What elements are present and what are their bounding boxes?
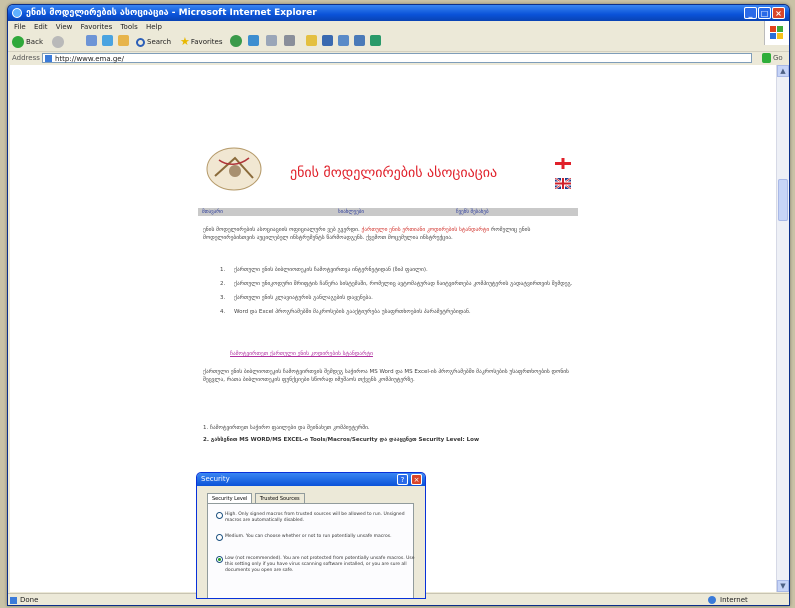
menu-view[interactable]: View [56,23,73,31]
step-text: ქართული ენის კლავიატურის განლაგების დაყე… [234,295,373,301]
option-low: Low (not recommended). You are not prote… [216,556,415,574]
home-icon[interactable] [118,35,129,46]
step-number: 1. [220,267,226,273]
dialog-tabs: Security Level Trusted Sources [207,493,306,504]
address-url: http://www.ema.ge/ [55,55,124,63]
stop-icon[interactable] [86,35,97,46]
search-button[interactable]: Search [136,35,171,49]
favorites-star-icon: ★ [180,35,190,48]
list-item: 2. ქართული უნიკოდური შრიფტის ჩაწერა სისტე… [220,280,575,288]
option-low-label: Low (not recommended). You are not prote… [225,556,415,573]
research-icon[interactable] [354,35,365,46]
uk-flag-icon[interactable] [555,178,571,189]
internet-globe-icon [708,596,716,604]
nav-news[interactable]: სიახლეები [338,208,364,216]
security-level-panel: High. Only signed macros from trusted so… [207,503,415,598]
refresh-icon[interactable] [102,35,113,46]
step-number: 4. [220,309,226,315]
option-medium: Medium. You can choose whether or not to… [216,534,415,541]
step-text: ქართული ენის ბიბლიოთეკის ჩამოტვირთვა ინტ… [234,267,428,273]
title-bar[interactable]: ენის მოდელირების ასოციაცია - Microsoft I… [8,5,789,21]
step-number: 3. [220,295,226,301]
status-page-icon [10,597,17,604]
minimize-button[interactable]: _ [744,7,757,19]
favorites-button[interactable]: ★ Favorites [180,35,223,49]
messenger-icon[interactable] [370,35,381,46]
go-button[interactable] [762,53,771,63]
radio-high [216,512,223,519]
window-title: ენის მოდელირების ასოციაცია - Microsoft I… [26,8,317,18]
nav-home[interactable]: მთავარი [202,208,223,216]
step-number: 2. [220,281,226,287]
download-standard-link[interactable]: ჩამოტვირთეთ ქართული ენის კოდირების სტანდ… [230,351,373,357]
standard-toolbar: Back Search ★ Favorites [8,33,764,51]
dialog-close-icon: × [411,474,422,485]
print-icon[interactable] [284,35,295,46]
windows-logo-icon [764,21,789,45]
menu-help[interactable]: Help [146,23,162,31]
intro-text: ენის მოდელირების ასოციაციის ოფიციალური ვ… [203,227,360,233]
back-arrow-icon [12,36,24,48]
site-nav: მთავარი სიახლეები ჩვენს შესახებ [198,208,578,216]
dialog-help-icon: ? [397,474,408,485]
list-item: 3. ქართული ენის კლავიატურის განლაგების და… [220,294,575,302]
scroll-up-icon[interactable]: ▲ [777,65,789,77]
site-title: ენის მოდელირების ასოციაცია [290,165,498,181]
option-high: High. Only signed macros from trusted so… [216,512,415,524]
steps-note-2: 2. გახსენით MS WORD/MS EXCEL-ი Tools/Mac… [203,437,480,443]
option-medium-label: Medium. You can choose whether or not to… [225,534,392,539]
menu-bar: File Edit View Favorites Tools Help [8,21,789,33]
back-button[interactable]: Back [12,35,43,49]
scroll-down-icon[interactable]: ▼ [777,580,789,592]
intro-paragraph: ენის მოდელირების ასოციაციის ოფიციალური ვ… [203,226,578,242]
media-icon[interactable] [230,35,242,47]
radio-low [216,556,223,563]
address-input[interactable]: http://www.ema.ge/ [42,53,752,63]
option-high-label: High. Only signed macros from trusted so… [225,512,405,523]
address-label: Address [12,54,40,62]
step-text: Word და Excel პროგრამებში მაკროსების გაა… [234,309,471,315]
steps-note-1: 1. ჩამოტვირთეთ საჭირო ფაილები და შეინახე… [203,425,370,431]
address-bar: Address http://www.ema.ge/ Go [8,51,789,65]
history-icon[interactable] [248,35,259,46]
page-icon [45,55,52,62]
ie-icon [12,8,22,18]
list-item: 4. Word და Excel პროგრამებში მაკროსების გ… [220,308,575,316]
search-icon [136,37,145,47]
security-dialog-screenshot: Security ? × Security Level Trusted Sour… [196,472,426,599]
vertical-scrollbar[interactable]: ▲ ▼ [776,65,789,592]
favorites-label: Favorites [190,38,223,46]
nav-about[interactable]: ჩვენს შესახებ [456,208,489,216]
steps-list: 1. ქართული ენის ბიბლიოთეკის ჩამოტვირთვა ი… [220,266,575,322]
status-zone-label: Internet [720,596,748,604]
mail-icon[interactable] [266,35,277,46]
forward-button[interactable] [52,35,64,49]
menu-tools[interactable]: Tools [120,23,137,31]
list-item: 1. ქართული ენის ბიბლიოთეკის ჩამოტვირთვა ი… [220,266,575,274]
menu-file[interactable]: File [14,23,26,31]
discuss-icon[interactable] [338,35,349,46]
dialog-title: Security [201,475,230,483]
georgian-flag-icon[interactable] [555,158,571,169]
go-label[interactable]: Go [773,52,783,65]
menu-edit[interactable]: Edit [34,23,48,31]
dialog-title-bar: Security ? × [197,473,425,486]
status-zone: Internet [708,594,748,605]
search-label: Search [147,38,172,46]
step-text: ქართული უნიკოდური შრიფტის ჩაწერა სისტემა… [234,281,573,287]
menu-favorites[interactable]: Favorites [81,23,113,31]
site-logo [206,147,262,191]
radio-medium [216,534,223,541]
status-text: Done [20,596,39,604]
close-button[interactable]: × [772,7,785,19]
folder-icon[interactable] [306,35,317,46]
maximize-button[interactable]: □ [758,7,771,19]
back-label: Back [26,38,43,46]
scroll-thumb[interactable] [778,179,788,221]
instructions-paragraph: ქართული ენის ბიბლიოთეკის ჩამოტვირთვის შე… [203,369,569,383]
edit-icon[interactable] [322,35,333,46]
intro-highlight: ქართული ენის ერთიანი კოდირების სტანდარტი [361,227,490,233]
forward-arrow-icon [52,36,64,48]
